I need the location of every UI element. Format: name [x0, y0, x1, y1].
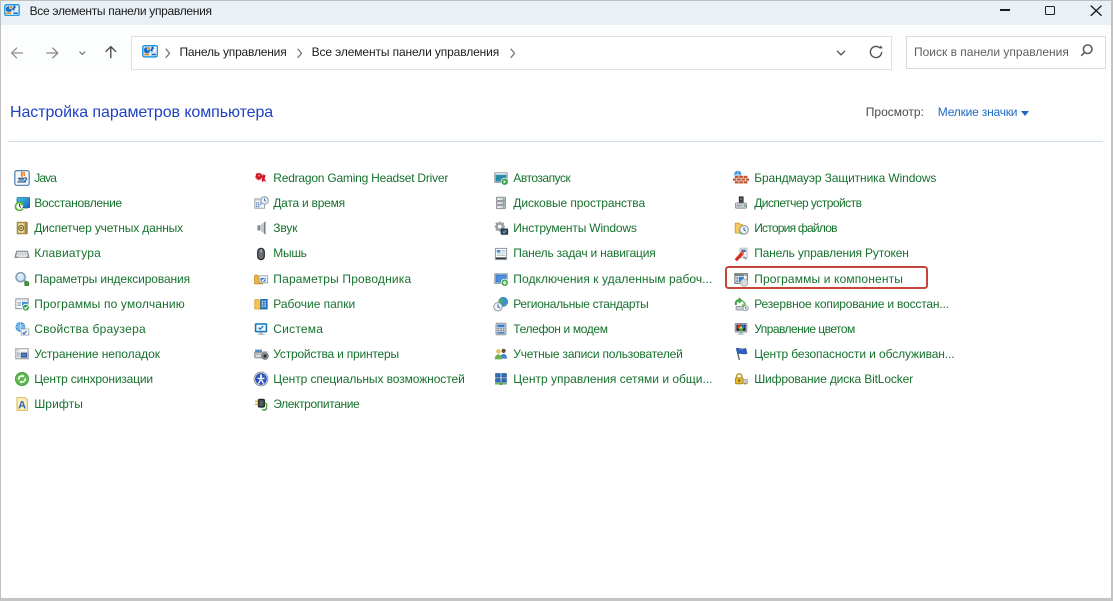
svg-text:A: A [18, 399, 26, 411]
